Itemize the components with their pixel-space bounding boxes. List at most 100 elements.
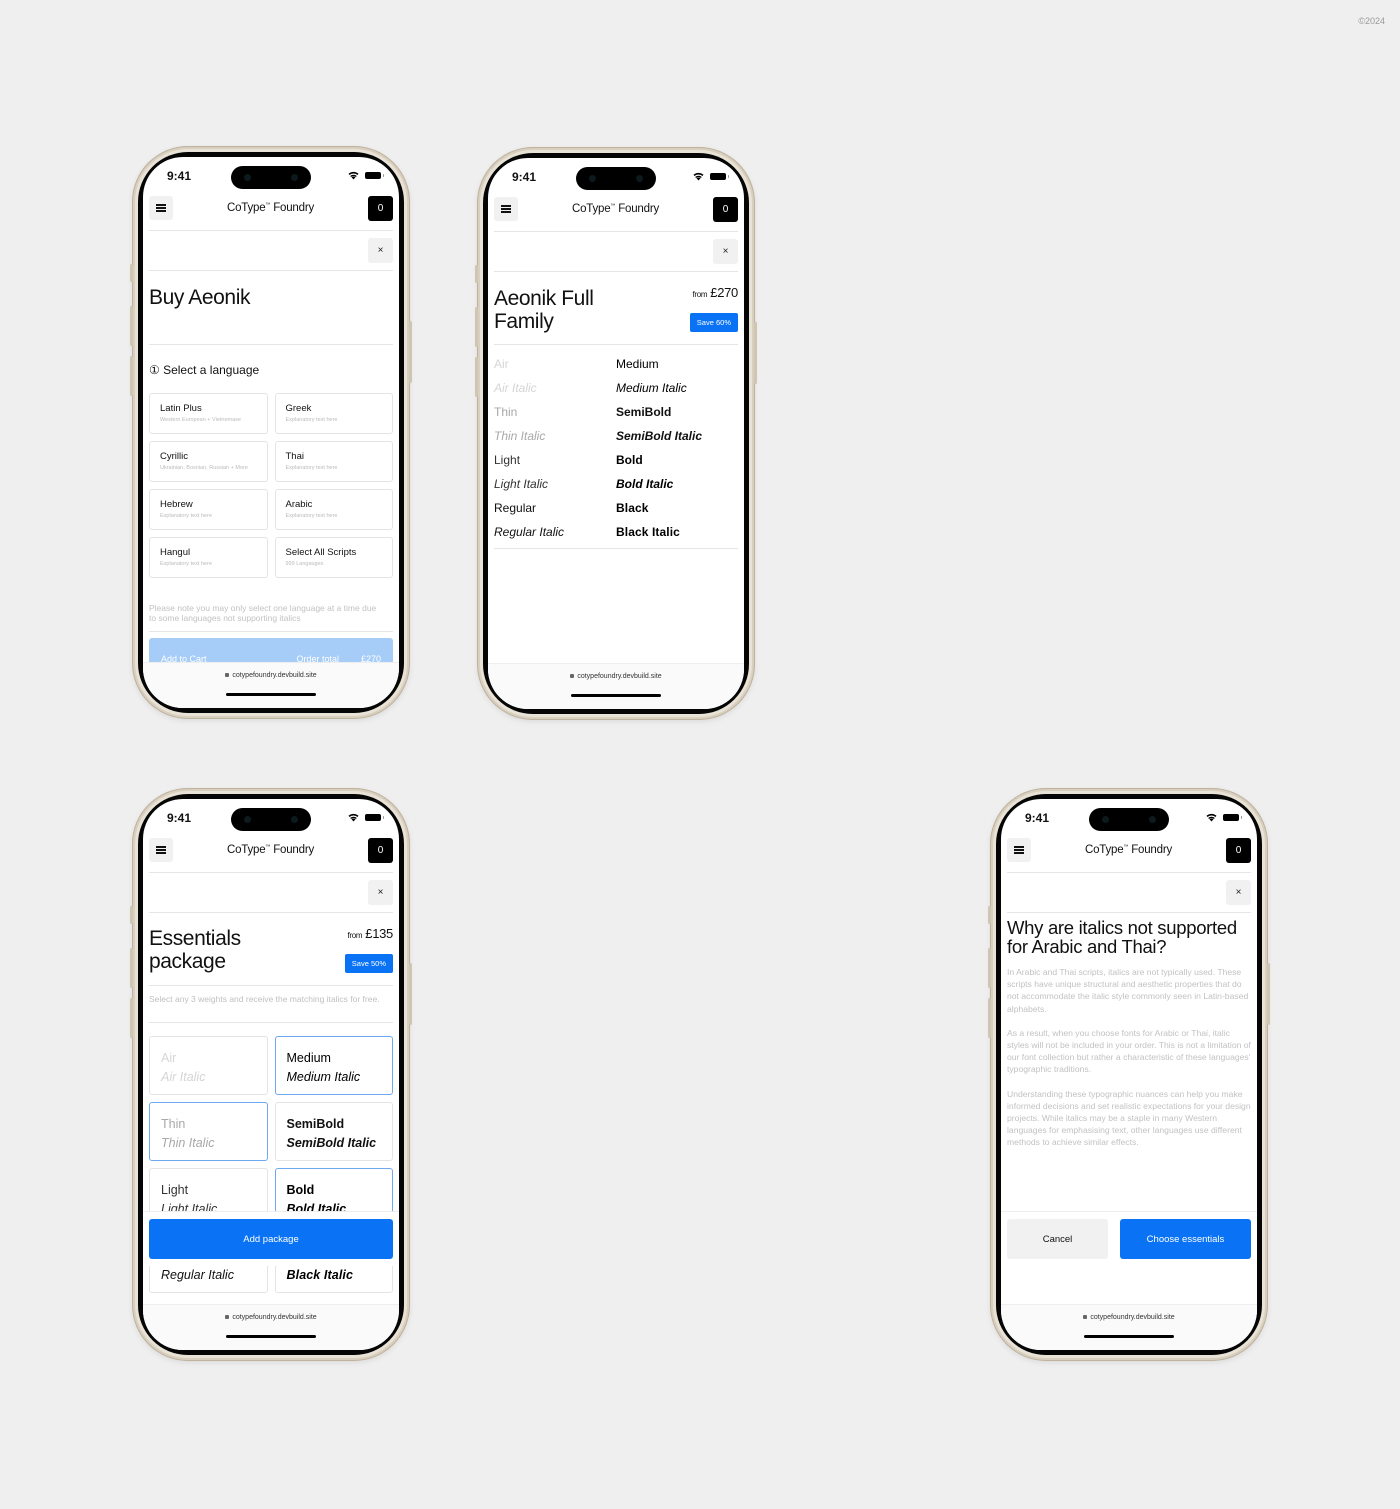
weight-item: Light Italic [494, 477, 549, 491]
price: from £270 [692, 285, 738, 300]
weight-item: SemiBold [616, 405, 672, 419]
cart-button[interactable]: 0 [1225, 837, 1251, 863]
battery-icon [1223, 813, 1242, 821]
dynamic-island [231, 166, 311, 189]
home-indicator [226, 1335, 316, 1338]
language-option[interactable]: Arabic Explanatory text here [274, 489, 393, 530]
status-time: 9:41 [167, 811, 192, 825]
weight-item: Thin Italic [494, 429, 546, 443]
close-icon: × [377, 245, 384, 256]
weight-option[interactable]: SemiBold SemiBold Italic [274, 1102, 393, 1161]
close-button[interactable]: × [713, 239, 738, 264]
status-time: 9:41 [1025, 811, 1050, 825]
weight-item: Regular Italic [494, 525, 565, 539]
language-option[interactable]: Hebrew Explanatory text here [149, 489, 268, 530]
copyright: ©2024 [1358, 16, 1385, 26]
hamburger-icon [501, 208, 511, 210]
top-nav: CoType™ Foundry 0 [494, 194, 738, 224]
weight-item: Thin [494, 405, 518, 419]
brand-logo[interactable]: CoType™ Foundry [1085, 844, 1172, 856]
home-indicator [1084, 1335, 1174, 1338]
language-option[interactable]: Hangul Explanatory text here [149, 537, 268, 578]
top-nav: CoType™ Foundry 0 [149, 835, 393, 865]
language-option[interactable]: Cyrillic Ukrainian, Bosnian, Russian + Mo… [149, 441, 268, 482]
page-title: Aeonik Full Family [494, 287, 594, 333]
weights-list: Air Medium Air Italic Medium Italic Thin… [494, 356, 738, 540]
step-label: ① Select a language [149, 363, 260, 377]
weight-item: Bold [616, 453, 643, 467]
browser-url-bar: cotypefoundry.devbuild.site [143, 1304, 399, 1350]
battery-icon [365, 171, 384, 179]
phone-mockup-essentials: 9:41 CoType™ Foundry 0 × Essentials packa… [130, 788, 412, 1361]
menu-button[interactable] [494, 197, 518, 221]
language-option-select-all[interactable]: Select All Scripts 999 Langauges [274, 537, 393, 578]
dynamic-island [576, 167, 656, 190]
brand-logo[interactable]: CoType™ Foundry [572, 203, 659, 215]
cart-button[interactable]: 0 [712, 196, 738, 222]
hamburger-icon [1014, 849, 1024, 851]
italics-note: Please note you may only select one lang… [149, 603, 377, 623]
weight-option-selected[interactable]: Medium Medium Italic [274, 1036, 393, 1095]
screen: 9:41 CoType™ Foundry 0 × Aeonik Full Fami… [488, 158, 744, 709]
hamburger-icon [156, 849, 166, 851]
close-button[interactable]: × [368, 880, 393, 905]
lock-icon [225, 1315, 230, 1319]
battery-icon [710, 172, 729, 180]
choose-essentials-button[interactable]: Choose essentials [1120, 1219, 1251, 1259]
weight-item: Air Italic [494, 381, 537, 395]
brand-logo[interactable]: CoType™ Foundry [227, 202, 314, 214]
status-time: 9:41 [512, 170, 537, 184]
weight-option-selected[interactable]: Thin Thin Italic [149, 1102, 268, 1161]
home-indicator [226, 693, 316, 696]
weight-item: Air [494, 357, 509, 371]
dynamic-island [1089, 808, 1169, 831]
weight-item: Black Italic [616, 525, 680, 539]
browser-url-bar: cotypefoundry.devbuild.site [488, 663, 744, 709]
phone-mockup-buy-aeonik: 9:41 CoType™ Foundry 0 × Buy Aeonik ① Se… [130, 146, 412, 719]
close-button[interactable]: × [1226, 880, 1251, 905]
menu-button[interactable] [149, 196, 173, 220]
dialog-actions: Cancel Choose essentials [1001, 1211, 1257, 1266]
cart-button[interactable]: 0 [367, 195, 393, 221]
top-nav: CoType™ Foundry 0 [149, 193, 393, 223]
wifi-icon [348, 171, 359, 180]
page-title: Essentials package [149, 927, 241, 973]
language-option[interactable]: Latin Plus Western European + Vietnemase [149, 393, 268, 434]
dynamic-island [231, 808, 311, 831]
browser-url-bar: cotypefoundry.devbuild.site [143, 662, 399, 708]
cart-button[interactable]: 0 [367, 837, 393, 863]
close-button[interactable]: × [368, 238, 393, 263]
phone-mockup-italics-info: 9:41 CoType™ Foundry 0 × Why are italics… [988, 788, 1270, 1361]
dialog-title: Why are italics not supported for Arabic… [1007, 917, 1237, 957]
top-nav: CoType™ Foundry 0 [1007, 835, 1251, 865]
wifi-icon [1206, 813, 1217, 822]
price: from £135 [347, 926, 393, 941]
weight-item: Medium Italic [616, 381, 687, 395]
save-badge: Save 60% [689, 313, 738, 332]
home-indicator [571, 694, 661, 697]
save-badge: Save 50% [344, 954, 393, 973]
lock-icon [225, 673, 230, 677]
close-icon: × [377, 887, 384, 898]
battery-icon [365, 813, 384, 821]
brand-logo[interactable]: CoType™ Foundry [227, 844, 314, 856]
package-description: Select any 3 weights and receive the mat… [149, 994, 380, 1004]
weight-item: Bold Italic [616, 477, 674, 491]
menu-button[interactable] [1007, 838, 1031, 862]
screen: 9:41 CoType™ Foundry 0 × Buy Aeonik ① Se… [143, 157, 399, 708]
language-option[interactable]: Thai Explanatory text here [274, 441, 393, 482]
language-option[interactable]: Greek Explanatory text here [274, 393, 393, 434]
weight-item: Regular [494, 501, 537, 515]
add-package-button[interactable]: Add package [149, 1219, 393, 1259]
screen: 9:41 CoType™ Foundry 0 × Essentials packa… [143, 799, 399, 1350]
wifi-icon [348, 813, 359, 822]
cancel-button[interactable]: Cancel [1007, 1219, 1108, 1259]
lock-icon [1083, 1315, 1088, 1319]
close-icon: × [1235, 887, 1242, 898]
menu-button[interactable] [149, 838, 173, 862]
weight-item: Light [494, 453, 521, 467]
weight-item: SemiBold Italic [616, 429, 703, 443]
weight-item: Black [616, 501, 649, 515]
close-icon: × [722, 246, 729, 257]
weight-option[interactable]: Air Air Italic [149, 1036, 268, 1095]
